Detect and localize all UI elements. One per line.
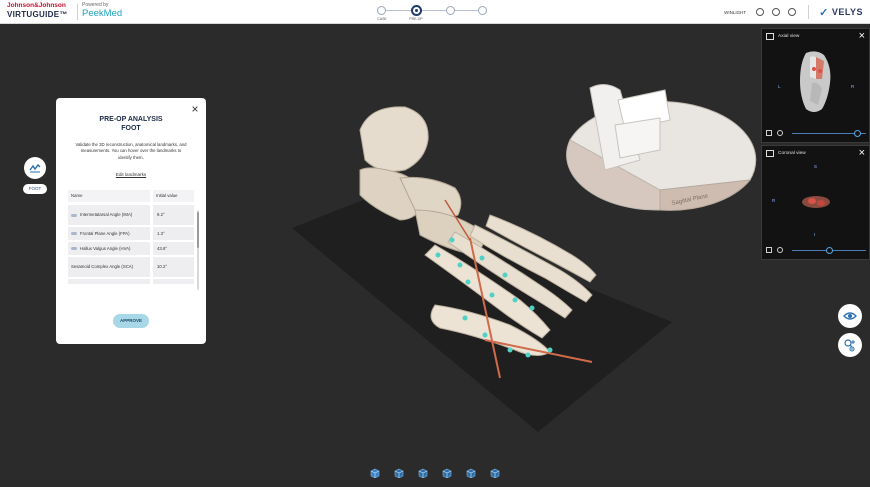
coronal-letter-i: I bbox=[814, 232, 816, 237]
coronal-view-header: Coronal view bbox=[766, 150, 806, 157]
view-cube-front-icon[interactable] bbox=[370, 468, 380, 478]
panel-title-line2: FOOT bbox=[121, 124, 141, 132]
eye-icon bbox=[843, 312, 857, 320]
coronal-slider-knob[interactable] bbox=[826, 246, 833, 254]
foot-analysis-icon bbox=[29, 163, 41, 173]
visibility-button[interactable] bbox=[838, 304, 862, 328]
measurements-table: Name Initial value Intermetatarsal Angle… bbox=[68, 190, 196, 390]
coronal-layers-icon[interactable] bbox=[777, 247, 783, 253]
axial-view-title: Axial view bbox=[778, 34, 800, 39]
table-header-name: Name bbox=[68, 190, 150, 202]
velys-logo: ✓ VELYS bbox=[819, 6, 863, 19]
brand-divider bbox=[77, 4, 78, 20]
landmark-pill-icon bbox=[71, 213, 77, 217]
axial-letter-r: R bbox=[851, 84, 855, 89]
measurement-value: 9.2° bbox=[153, 205, 194, 225]
language-icon[interactable] bbox=[788, 8, 797, 16]
coronal-view-controls bbox=[766, 246, 866, 254]
axial-view-icon bbox=[766, 33, 774, 40]
view-cube-iso-icon[interactable] bbox=[490, 468, 500, 478]
view-orientation-toolbar bbox=[370, 467, 500, 479]
velys-logo-mark: ✓ bbox=[819, 6, 829, 19]
axial-fullscreen-icon[interactable] bbox=[766, 130, 772, 136]
zoom-icon bbox=[844, 339, 855, 352]
step-case[interactable] bbox=[377, 6, 386, 15]
step-pre-op[interactable] bbox=[411, 5, 422, 16]
axial-slice-slider[interactable] bbox=[792, 129, 866, 137]
settings-icon[interactable] bbox=[756, 8, 765, 16]
table-row-name[interactable]: Hallux Valgus Angle (HVA) bbox=[68, 242, 150, 255]
bone-calcaneus bbox=[359, 106, 429, 172]
panel-title-line1: PRE-OP ANALYSIS bbox=[99, 116, 163, 123]
measurement-value: 1.3° bbox=[153, 227, 194, 240]
user-name[interactable]: WINLIGHT bbox=[724, 10, 746, 15]
coronal-letter-r: R bbox=[772, 198, 776, 203]
table-scrollbar-thumb[interactable] bbox=[197, 212, 199, 248]
brand-logo: Johnson&Johnson VIRTUGUIDE™ bbox=[7, 2, 68, 19]
coronal-view-title: Coronal view bbox=[778, 151, 806, 156]
view-cube-bottom-icon[interactable] bbox=[466, 468, 476, 478]
sagittal-plane-gauge[interactable]: Sagittal Plane bbox=[566, 84, 757, 211]
pre-op-analysis-panel: × PRE-OP ANALYSIS FOOT Validate the 3D r… bbox=[56, 98, 206, 344]
stepper-line bbox=[384, 10, 480, 11]
landmark-pill-icon bbox=[71, 247, 77, 250]
header-divider bbox=[808, 5, 810, 19]
axial-letter-l: L bbox=[778, 84, 781, 89]
powered-by: Powered by PeekMed bbox=[82, 3, 122, 19]
landmark-pill-icon bbox=[71, 232, 77, 235]
step-3[interactable] bbox=[446, 6, 455, 15]
header-right: WINLIGHT ✓ VELYS bbox=[724, 0, 863, 24]
coronal-slice-slider[interactable] bbox=[792, 246, 866, 254]
measurement-value: 10.2° bbox=[153, 257, 194, 277]
table-row-partial bbox=[68, 279, 150, 284]
table-row-name[interactable]: Sesamoid Complex Angle (SCA) bbox=[68, 257, 150, 277]
measurement-name: Intermetatarsal Angle (IMA) bbox=[80, 212, 133, 218]
velys-logo-text: VELYS bbox=[831, 7, 863, 17]
step-pre-op-label: PRE-OP bbox=[409, 17, 423, 21]
axial-view-header: Axial view bbox=[766, 33, 799, 40]
coronal-view-panel[interactable]: Coronal view × S R I bbox=[761, 145, 870, 260]
measurement-name: Sesamoid Complex Angle (SCA) bbox=[71, 264, 134, 270]
edit-landmarks-link[interactable]: Edit landmarks bbox=[56, 172, 206, 177]
table-row-name[interactable]: Frontal Plane Angle (FPA) bbox=[68, 227, 150, 240]
brand-product: VIRTUGUIDE™ bbox=[7, 9, 68, 19]
axial-view-panel[interactable]: Axial view × L R bbox=[761, 28, 870, 143]
axial-view-controls bbox=[766, 129, 866, 137]
step-case-label: CASE bbox=[377, 17, 387, 21]
view-cube-top-icon[interactable] bbox=[394, 468, 404, 478]
foot-analysis-label[interactable]: FOOT bbox=[23, 184, 47, 194]
axial-slider-knob[interactable] bbox=[854, 129, 861, 137]
measurement-name: Hallux Valgus Angle (HVA) bbox=[80, 245, 131, 251]
panel-close-icon[interactable]: × bbox=[190, 103, 200, 115]
axial-view-close-icon[interactable]: × bbox=[859, 31, 865, 42]
powered-brand: PeekMed bbox=[82, 8, 123, 19]
coronal-view-icon bbox=[766, 150, 774, 157]
step-4[interactable] bbox=[478, 6, 487, 15]
table-row-name[interactable]: Intermetatarsal Angle (IMA) bbox=[68, 205, 150, 225]
measurement-name: Frontal Plane Angle (FPA) bbox=[80, 230, 130, 236]
view-cube-right-icon[interactable] bbox=[442, 468, 452, 478]
foot-analysis-button[interactable] bbox=[24, 157, 46, 179]
panel-description: Validate the 3D reconstruction, anatomic… bbox=[75, 142, 187, 160]
foot-3d-viewport[interactable]: Sagittal Plane bbox=[220, 60, 760, 450]
coronal-fullscreen-icon[interactable] bbox=[766, 247, 772, 253]
measurement-value: 43.8° bbox=[153, 242, 194, 255]
help-icon[interactable] bbox=[772, 8, 781, 16]
table-header-value: Initial value bbox=[153, 190, 194, 202]
app-header: Johnson&Johnson VIRTUGUIDE™ Powered by P… bbox=[0, 0, 870, 24]
panel-title: PRE-OP ANALYSIS FOOT bbox=[56, 116, 206, 133]
table-row-partial bbox=[153, 279, 194, 284]
workflow-stepper: CASE PRE-OP bbox=[372, 3, 492, 23]
coronal-letter-s: S bbox=[814, 164, 818, 169]
approve-button[interactable]: APPROVE bbox=[113, 314, 149, 328]
brand-company: Johnson&Johnson bbox=[7, 2, 66, 9]
coronal-foot-image bbox=[802, 196, 830, 208]
axial-foot-image bbox=[800, 51, 831, 112]
axial-layers-icon[interactable] bbox=[777, 130, 783, 136]
view-cube-left-icon[interactable] bbox=[418, 468, 428, 478]
zoom-button[interactable] bbox=[838, 333, 862, 357]
coronal-view-close-icon[interactable]: × bbox=[859, 148, 865, 159]
